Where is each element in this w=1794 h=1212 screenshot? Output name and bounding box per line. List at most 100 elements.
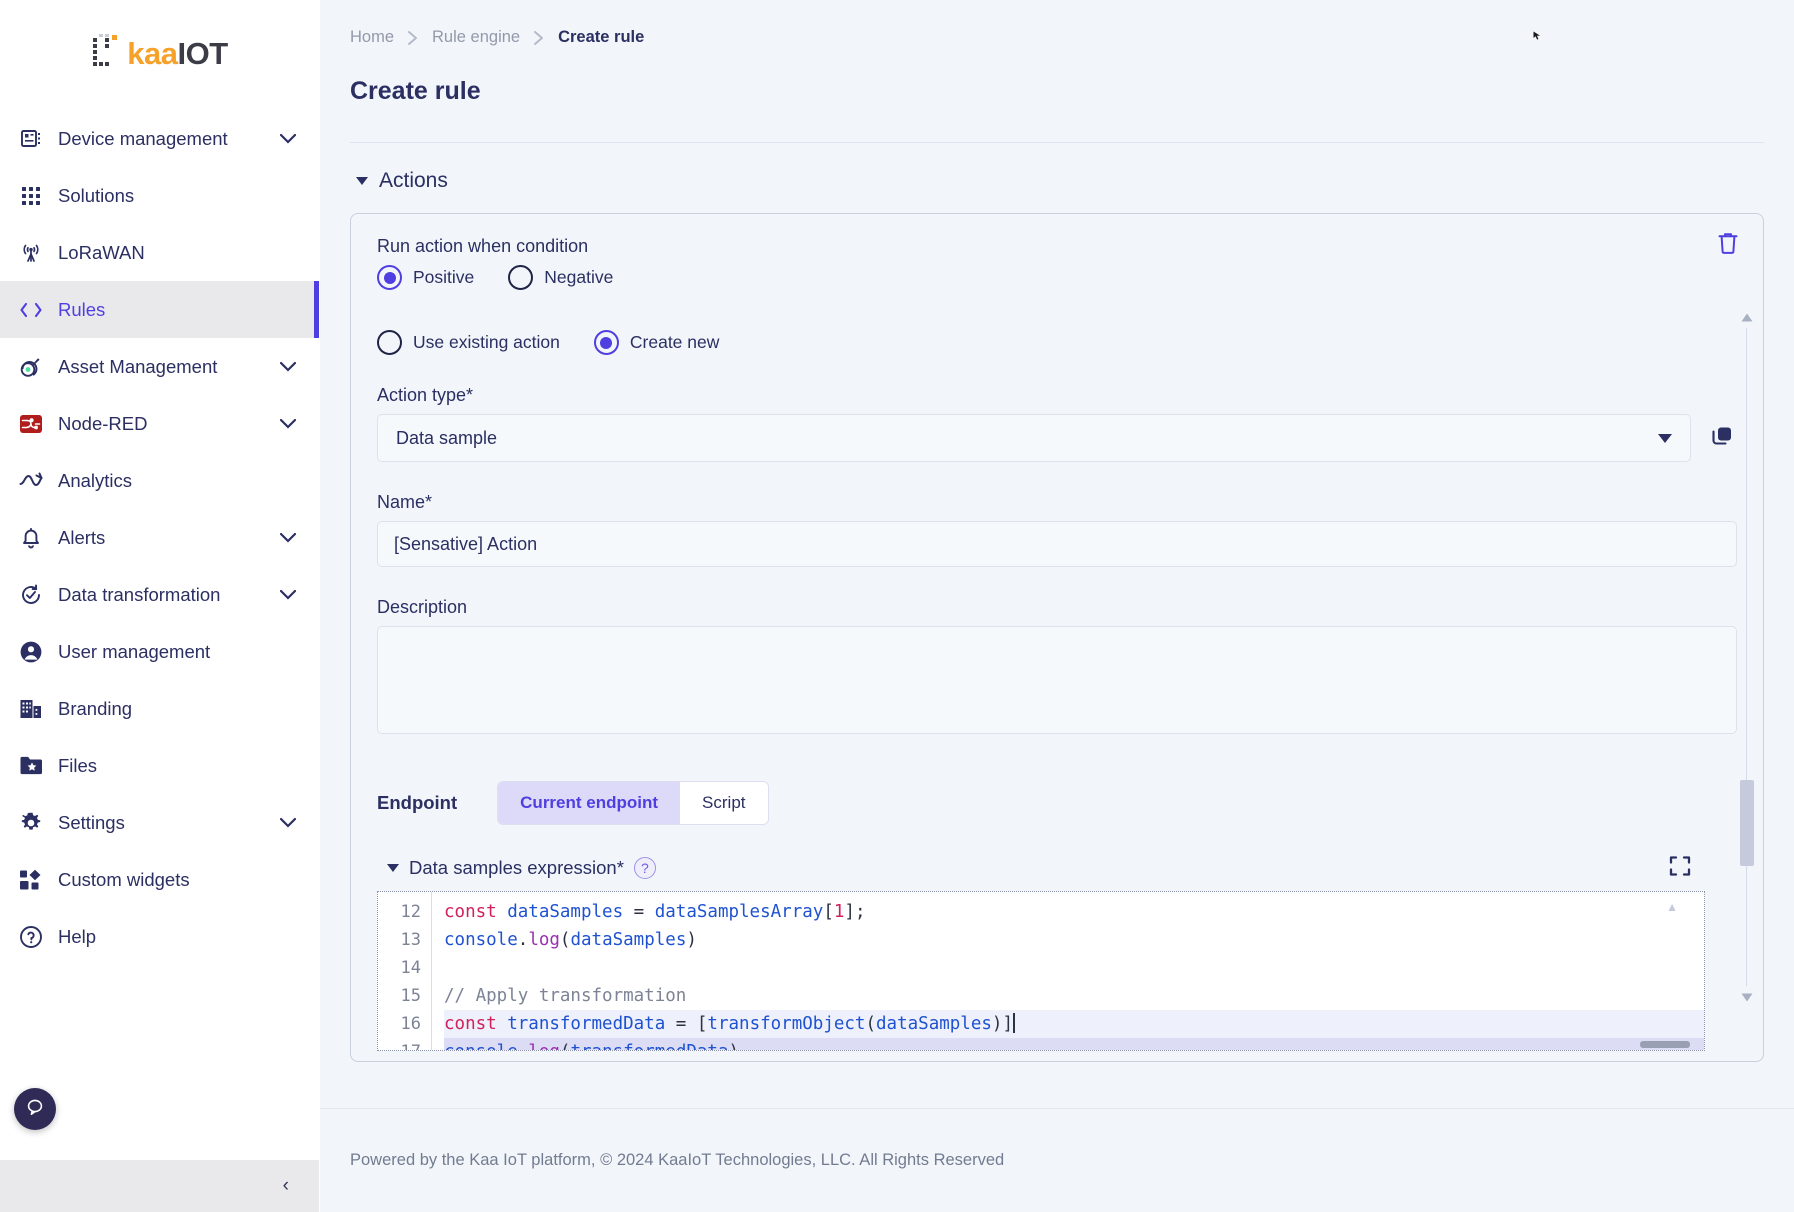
analytics-chart-icon xyxy=(18,468,44,494)
editor-scroll-up-icon[interactable]: ▲ xyxy=(1666,900,1678,914)
radio-option-positive[interactable]: Positive xyxy=(377,265,474,290)
action-type-select[interactable]: Data sample xyxy=(377,414,1691,462)
page-scrollbar[interactable] xyxy=(1740,310,1754,1004)
sidebar-item-label: User management xyxy=(58,641,297,663)
radio-option-create-new[interactable]: Create new xyxy=(594,330,720,355)
chevron-left-icon: ‹ xyxy=(283,1175,289,1197)
code-line-number: 12 xyxy=(378,898,421,926)
actions-section-header[interactable]: Actions xyxy=(350,169,1764,193)
code-editor-content[interactable]: const dataSamples = dataSamplesArray[1];… xyxy=(432,892,1704,1050)
sidebar-item-label: Alerts xyxy=(58,527,265,549)
code-token: 1 xyxy=(834,902,845,922)
breadcrumb-rule-engine[interactable]: Rule engine xyxy=(432,28,520,47)
radio-label: Use existing action xyxy=(413,332,560,353)
sidebar-item-label: Analytics xyxy=(58,470,297,492)
endpoint-tab-group: Current endpoint Script xyxy=(497,781,768,825)
code-line-number: 14 xyxy=(378,954,421,982)
footer-text: Powered by the Kaa IoT platform, © 2024 … xyxy=(350,1151,1004,1170)
support-chat-button[interactable] xyxy=(14,1088,56,1130)
actions-panel: Actions Run action when condition xyxy=(350,142,1764,1108)
bell-icon xyxy=(18,525,44,551)
sidebar-item-label: LoRaWAN xyxy=(58,242,297,264)
sidebar-item-help[interactable]: Help xyxy=(0,908,319,965)
description-textarea[interactable] xyxy=(377,626,1737,734)
code-line[interactable]: const dataSamples = dataSamplesArray[1]; xyxy=(444,898,1704,926)
chevron-right-icon xyxy=(533,30,545,46)
code-token: transformObject xyxy=(707,1014,865,1034)
sidebar-item-lorawan[interactable]: LoRaWAN xyxy=(0,224,319,281)
sidebar-item-custom-widgets[interactable]: Custom widgets xyxy=(0,851,319,908)
code-token: . xyxy=(518,1042,529,1050)
scrollbar-thumb[interactable] xyxy=(1740,780,1754,866)
kaa-logo-mark-icon xyxy=(91,34,125,72)
action-card: Run action when condition Positive Negat… xyxy=(350,213,1764,1062)
radio-option-use-existing-action[interactable]: Use existing action xyxy=(377,330,560,355)
breadcrumb-home[interactable]: Home xyxy=(350,28,394,47)
code-line[interactable] xyxy=(444,954,1704,982)
sidebar-item-solutions[interactable]: Solutions xyxy=(0,167,319,224)
help-tooltip-icon[interactable]: ? xyxy=(634,857,656,879)
code-token: log xyxy=(528,930,560,950)
tab-script[interactable]: Script xyxy=(680,782,767,824)
chevron-down-icon[interactable] xyxy=(279,586,297,604)
code-token: transformedData xyxy=(507,1014,676,1034)
code-token: // Apply transformation xyxy=(444,986,686,1006)
chevron-down-icon[interactable] xyxy=(279,415,297,433)
sidebar-item-label: Settings xyxy=(58,812,265,834)
code-line[interactable]: const transformedData = [transformObject… xyxy=(444,1010,1704,1038)
name-input[interactable] xyxy=(377,521,1737,567)
triangle-down-icon[interactable] xyxy=(387,864,399,872)
code-token: = xyxy=(676,1014,697,1034)
sidebar-item-device-management[interactable]: Device management xyxy=(0,110,319,167)
sidebar-item-asset-management[interactable]: Asset Management xyxy=(0,338,319,395)
code-token: console xyxy=(444,1042,518,1050)
sidebar-item-data-transformation[interactable]: Data transformation xyxy=(0,566,319,623)
code-editor[interactable]: 121314151617 const dataSamples = dataSam… xyxy=(377,891,1705,1051)
trash-icon xyxy=(1717,231,1739,260)
sidebar-item-settings[interactable]: Settings xyxy=(0,794,319,851)
code-line[interactable]: console.log(transformedData) xyxy=(444,1038,1704,1050)
sidebar-item-label: Help xyxy=(58,926,297,948)
code-line[interactable]: // Apply transformation xyxy=(444,982,1704,1010)
radio-indicator[interactable] xyxy=(594,330,619,355)
code-token: ( xyxy=(560,1042,571,1050)
chevron-down-icon[interactable] xyxy=(279,529,297,547)
scroll-down-arrow-icon[interactable] xyxy=(1740,990,1754,1004)
sidebar-item-label: Asset Management xyxy=(58,356,265,378)
sidebar-item-alerts[interactable]: Alerts xyxy=(0,509,319,566)
sidebar-item-label: Custom widgets xyxy=(58,869,297,891)
sidebar-item-branding[interactable]: Branding xyxy=(0,680,319,737)
chevron-down-icon[interactable] xyxy=(279,358,297,376)
scroll-up-arrow-icon[interactable] xyxy=(1740,310,1754,324)
radio-indicator[interactable] xyxy=(377,330,402,355)
sidebar-collapse-button[interactable]: ‹ xyxy=(0,1160,319,1212)
asset-tag-icon xyxy=(18,354,44,380)
node-red-icon xyxy=(18,411,44,437)
radio-indicator[interactable] xyxy=(377,265,402,290)
expand-editor-button[interactable] xyxy=(1667,855,1693,881)
chevron-down-icon[interactable] xyxy=(279,814,297,832)
footer: Powered by the Kaa IoT platform, © 2024 … xyxy=(320,1108,1794,1212)
code-token: ( xyxy=(560,930,571,950)
sidebar-item-files[interactable]: Files xyxy=(0,737,319,794)
radio-indicator[interactable] xyxy=(508,265,533,290)
sidebar-item-analytics[interactable]: Analytics xyxy=(0,452,319,509)
sidebar-item-user-management[interactable]: User management xyxy=(0,623,319,680)
editor-horizontal-scrollbar[interactable] xyxy=(1640,1041,1690,1048)
chevron-down-icon[interactable] xyxy=(279,130,297,148)
brand-logo[interactable]: kaaIOT xyxy=(0,0,319,92)
copy-action-type-button[interactable] xyxy=(1707,423,1737,453)
device-management-icon xyxy=(18,126,44,152)
action-type-row: Data sample xyxy=(377,414,1737,462)
chevron-down-icon[interactable] xyxy=(1658,434,1672,443)
radio-label: Positive xyxy=(413,267,474,288)
code-line[interactable]: console.log(dataSamples) xyxy=(444,926,1704,954)
sidebar-item-node-red[interactable]: Node-RED xyxy=(0,395,319,452)
sidebar-item-rules[interactable]: Rules xyxy=(0,281,319,338)
sidebar-item-label: Files xyxy=(58,755,297,777)
tab-current-endpoint[interactable]: Current endpoint xyxy=(498,782,680,824)
building-icon xyxy=(18,696,44,722)
delete-action-button[interactable] xyxy=(1713,230,1743,260)
radio-option-negative[interactable]: Negative xyxy=(508,265,613,290)
folder-star-icon xyxy=(18,753,44,779)
